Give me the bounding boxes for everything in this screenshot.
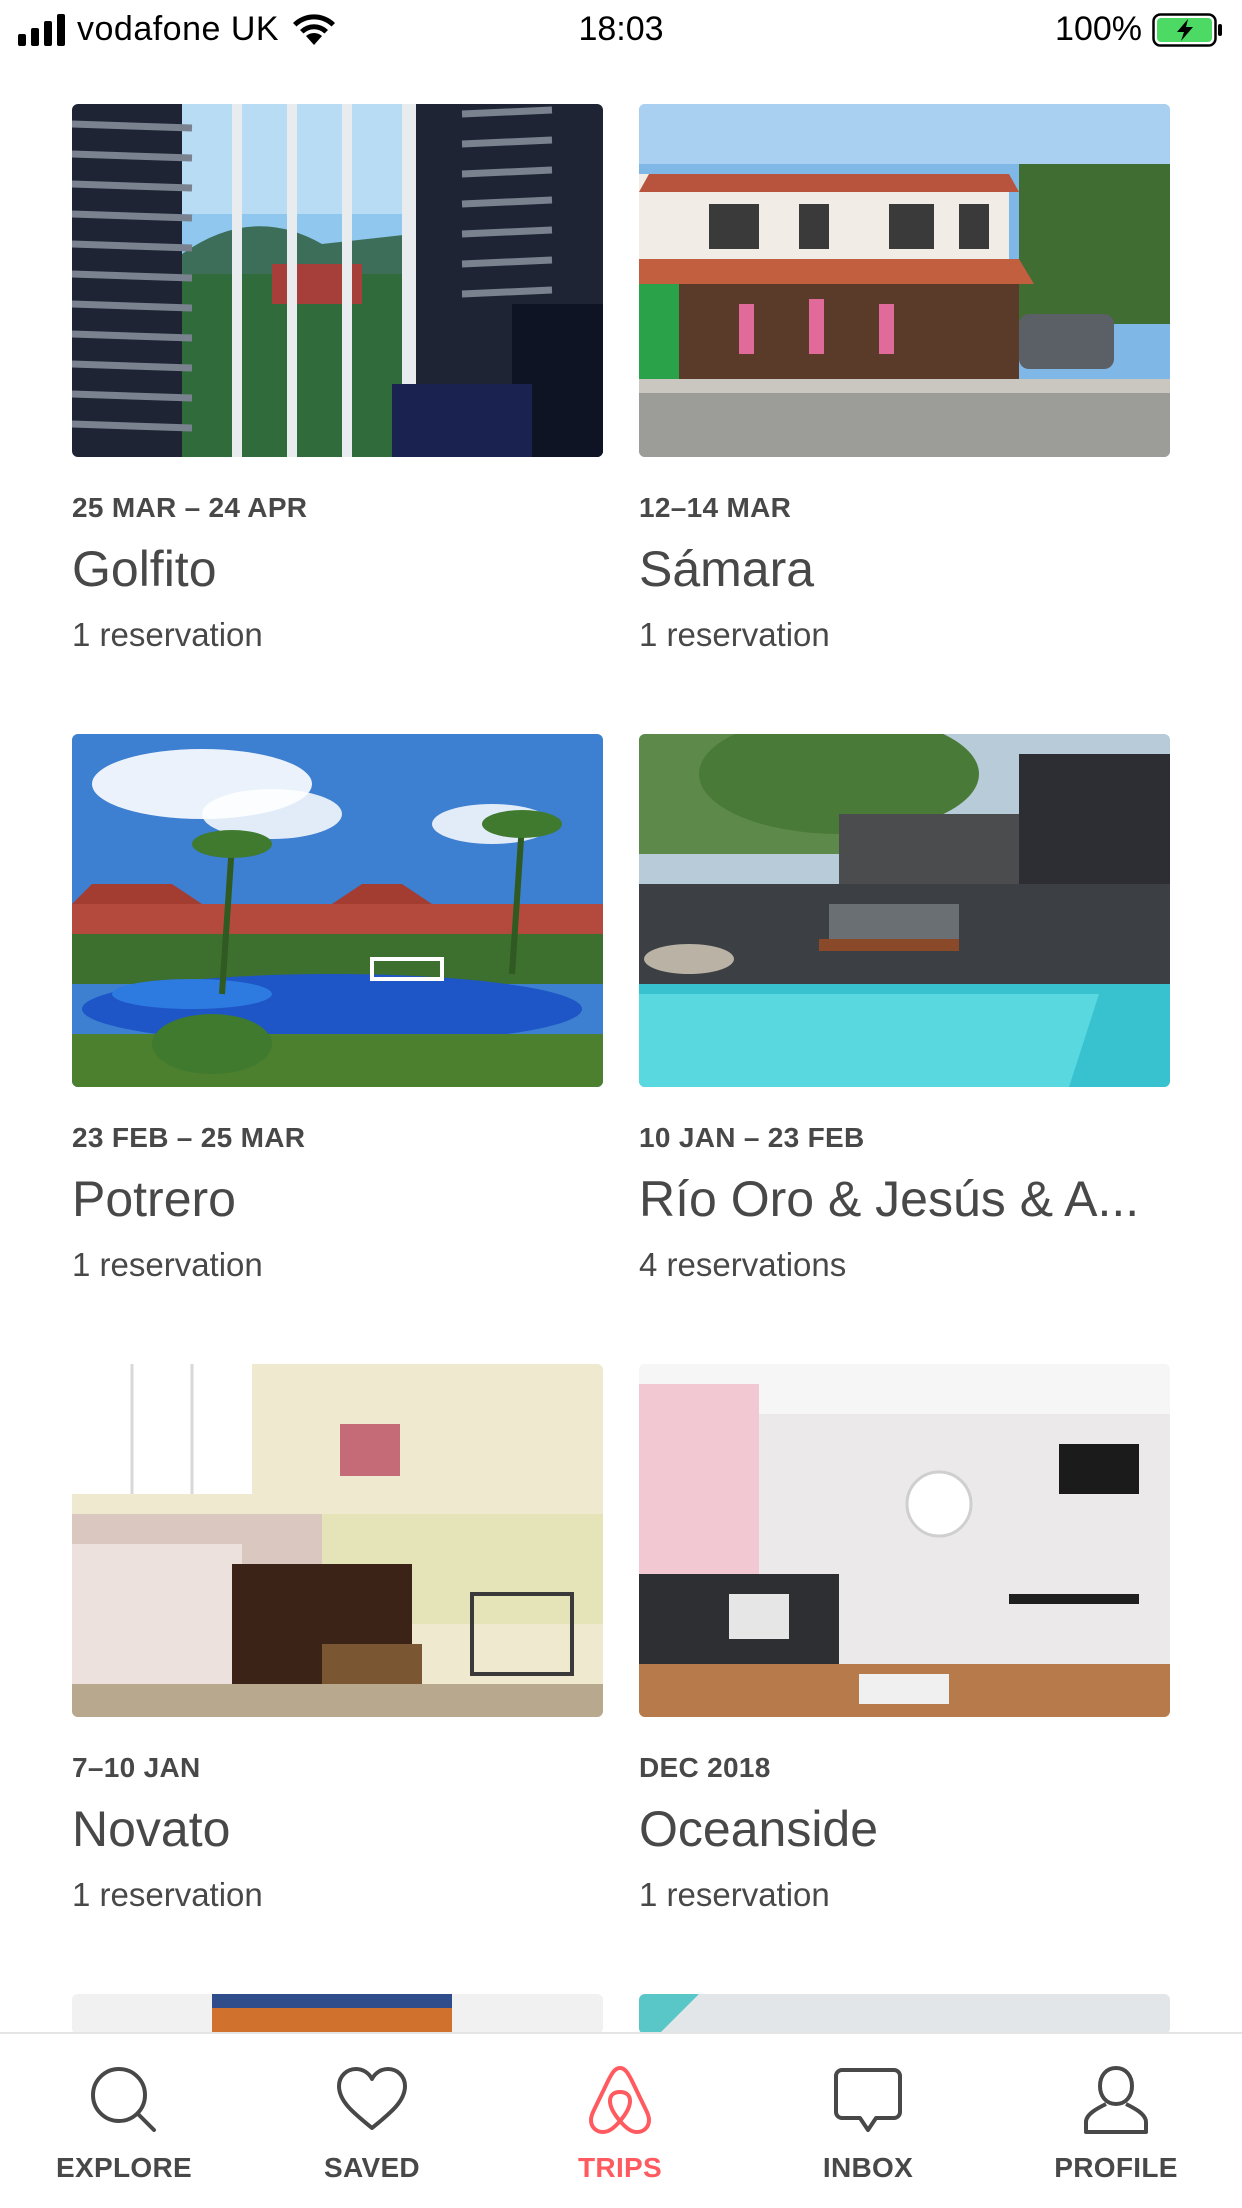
trip-photo bbox=[639, 1994, 1170, 2034]
trip-photo bbox=[72, 1994, 603, 2034]
trip-photo bbox=[639, 1364, 1170, 1717]
status-right: 100% bbox=[1055, 10, 1224, 49]
trip-card-potrero[interactable]: 23 FEB – 25 MAR Potrero 1 reservation bbox=[72, 734, 603, 1283]
tab-label: EXPLORE bbox=[56, 2152, 192, 2183]
tab-inbox[interactable]: INBOX bbox=[744, 2034, 992, 2208]
trip-card-partial-2[interactable] bbox=[639, 1994, 1170, 2034]
trip-card-rio-oro[interactable]: 10 JAN – 23 FEB Río Oro & Jesús & A... 4… bbox=[639, 734, 1170, 1283]
airbnb-logo-icon bbox=[589, 2066, 651, 2134]
trip-photo bbox=[72, 1364, 603, 1717]
status-bar: vodafone UK 18:03 100% bbox=[0, 0, 1242, 60]
tab-saved[interactable]: SAVED bbox=[248, 2034, 496, 2208]
trip-photo bbox=[639, 734, 1170, 1087]
trip-name: Sámara bbox=[639, 541, 815, 597]
trip-name: Río Oro & Jesús & A... bbox=[639, 1171, 1140, 1227]
heart-icon bbox=[337, 2067, 407, 2130]
tab-label: INBOX bbox=[822, 2152, 914, 2183]
trip-dates: 23 FEB – 25 MAR bbox=[72, 1122, 306, 1153]
trip-name: Novato bbox=[72, 1801, 231, 1857]
trip-reservations: 1 reservation bbox=[639, 616, 830, 653]
tab-profile[interactable]: PROFILE bbox=[992, 2034, 1240, 2208]
trip-dates: DEC 2018 bbox=[639, 1752, 771, 1783]
trip-reservations: 4 reservations bbox=[639, 1246, 847, 1283]
trip-photo bbox=[72, 104, 603, 457]
trip-photo bbox=[72, 734, 603, 1087]
trip-card-samara[interactable]: 12–14 MAR Sámara 1 reservation bbox=[639, 104, 1170, 653]
search-icon bbox=[91, 2067, 156, 2132]
tab-trips[interactable]: TRIPS bbox=[496, 2034, 744, 2208]
trip-dates: 10 JAN – 23 FEB bbox=[639, 1122, 865, 1153]
trip-card-novato[interactable]: 7–10 JAN Novato 1 reservation bbox=[72, 1364, 603, 1913]
battery-charging-icon bbox=[1152, 12, 1222, 47]
trip-card-oceanside[interactable]: DEC 2018 Oceanside 1 reservation bbox=[639, 1364, 1170, 1913]
trip-photo bbox=[639, 104, 1170, 457]
trip-reservations: 1 reservation bbox=[72, 1246, 263, 1283]
user-icon bbox=[1084, 2065, 1148, 2134]
trip-dates: 7–10 JAN bbox=[72, 1752, 201, 1783]
trip-card-golfito[interactable]: 25 MAR – 24 APR Golfito 1 reservation bbox=[72, 104, 603, 653]
trip-reservations: 1 reservation bbox=[72, 616, 263, 653]
battery-percentage: 100% bbox=[1055, 10, 1142, 48]
trip-card-partial-1[interactable] bbox=[72, 1994, 603, 2034]
message-icon bbox=[834, 2068, 902, 2132]
trip-name: Oceanside bbox=[639, 1801, 879, 1857]
tab-label: SAVED bbox=[324, 2152, 420, 2183]
trip-name: Potrero bbox=[72, 1171, 236, 1227]
trip-reservations: 1 reservation bbox=[639, 1876, 830, 1913]
tab-label: TRIPS bbox=[578, 2152, 662, 2183]
tab-label: PROFILE bbox=[1054, 2152, 1178, 2183]
trip-dates: 12–14 MAR bbox=[639, 492, 792, 523]
trip-name: Golfito bbox=[72, 541, 217, 597]
bottom-tab-bar: EXPLORE SAVED TRIPS INBOX PROFILE bbox=[0, 2032, 1242, 2208]
tab-explore[interactable]: EXPLORE bbox=[0, 2034, 248, 2208]
trip-reservations: 1 reservation bbox=[72, 1876, 263, 1913]
trip-dates: 25 MAR – 24 APR bbox=[72, 492, 308, 523]
